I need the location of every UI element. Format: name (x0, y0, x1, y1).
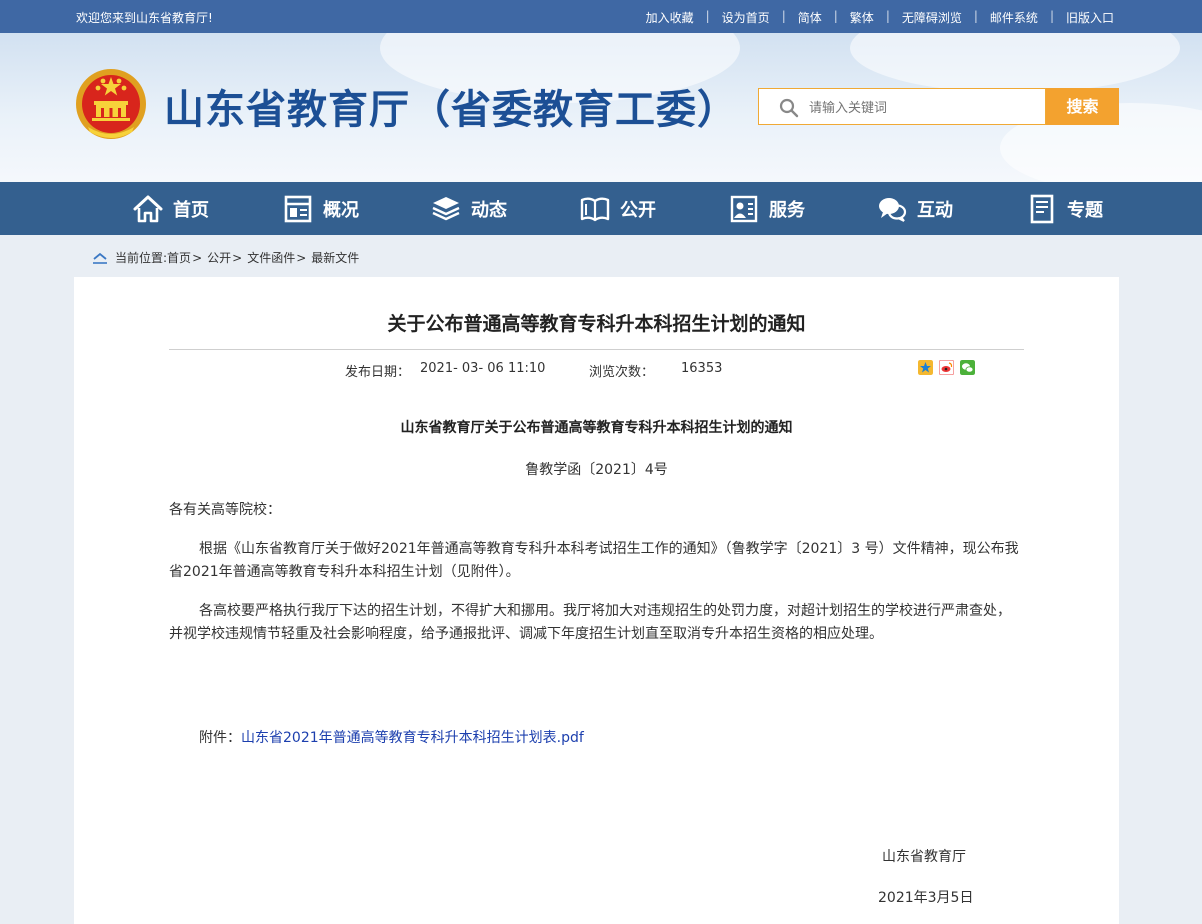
document-number: 鲁教学函〔2021〕4号 (525, 462, 668, 478)
breadcrumb-prefix: 当前位置: (115, 251, 168, 265)
main-nav: 首页 概况 动态 公开 服务 互动 专题 (0, 182, 1202, 235)
nav-label: 专题 (1067, 199, 1103, 221)
nav-label: 动态 (471, 199, 507, 221)
top-bar: 欢迎您来到山东省教育厅! 加入收藏 | 设为首页 | 简体 | 繁体 | 无障碍… (0, 0, 1202, 33)
separator: | (833, 9, 838, 23)
attachment-label: 附件： (199, 730, 241, 746)
nav-item-news[interactable]: 动态 (431, 182, 507, 235)
nav-item-overview[interactable]: 概况 (283, 182, 359, 235)
book-icon (580, 197, 610, 221)
home-icon (133, 195, 163, 222)
attachment: 附件：山东省2021年普通高等教育专科升本科招生计划表.pdf (199, 727, 584, 747)
separator: | (973, 9, 978, 23)
signature-org: 山东省教育厅 (882, 849, 966, 865)
site-title: 山东省教育厅（省委教育工委） (164, 86, 738, 133)
mail-system-link[interactable]: 邮件系统 (990, 9, 1038, 26)
layers-icon (432, 196, 460, 220)
search-input[interactable] (807, 97, 1041, 119)
publish-date-value: 2021- 03- 06 11:10 (420, 361, 546, 376)
breadcrumb-home[interactable]: 首页 (167, 249, 191, 266)
document-icon (1030, 194, 1054, 223)
cloud-decoration (850, 33, 1180, 93)
salutation: 各有关高等院校： (169, 502, 281, 518)
breadcrumb-arrow: > (232, 250, 243, 265)
nav-label: 互动 (917, 199, 953, 221)
nav-item-service[interactable]: 服务 (729, 182, 805, 235)
document-heading: 山东省教育厅关于公布普通高等教育专科升本科招生计划的通知 (400, 420, 793, 436)
article-title: 关于公布普通高等教育专科升本科招生计划的通知 (387, 313, 806, 335)
article-panel: 关于公布普通高等教育专科升本科招生计划的通知 发布日期： 2021- 03- 0… (74, 277, 1119, 924)
body-paragraph: 根据《山东省教育厅关于做好2021年普通高等教育专科升本科考试招生工作的通知》（… (169, 541, 1019, 580)
nav-label: 服务 (769, 199, 805, 221)
separator: | (885, 9, 890, 23)
share-qzone-icon[interactable] (918, 360, 933, 375)
service-icon (730, 195, 758, 222)
attachment-link[interactable]: 山东省2021年普通高等教育专科升本科招生计划表.pdf (241, 730, 584, 746)
nav-item-interaction[interactable]: 互动 (877, 182, 953, 235)
separator: | (1049, 9, 1054, 23)
breadcrumb-arrow: > (192, 250, 203, 265)
site-header: 山东省教育厅（省委教育工委） 搜索 (0, 33, 1202, 182)
chat-icon (879, 197, 907, 222)
share-wechat-icon[interactable] (960, 360, 975, 375)
breadcrumb-arrow: > (296, 250, 307, 265)
separator: | (705, 9, 710, 23)
nav-label: 概况 (323, 199, 359, 221)
welcome-text: 欢迎您来到山东省教育厅! (76, 11, 213, 25)
national-emblem-icon (76, 69, 146, 139)
search-box[interactable] (758, 88, 1046, 125)
nav-item-home[interactable]: 首页 (133, 182, 209, 235)
top-links: 加入收藏 | 设为首页 | 简体 | 繁体 | 无障碍浏览 | 邮件系统 | 旧… (646, 9, 1114, 26)
search-icon (779, 98, 799, 118)
signature-date: 2021年3月5日 (878, 890, 974, 906)
nav-label: 首页 (173, 199, 209, 221)
search-button[interactable]: 搜索 (1046, 88, 1119, 125)
publish-date-label: 发布日期： (345, 365, 411, 380)
nav-item-public[interactable]: 公开 (580, 182, 656, 235)
share-weibo-icon[interactable] (939, 360, 954, 375)
body-paragraph: 各高校要严格执行我厅下达的招生计划，不得扩大和挪用。我厅将加大对违规招生的处罚力… (169, 603, 1011, 642)
add-favorite-link[interactable]: 加入收藏 (646, 9, 694, 26)
set-homepage-link[interactable]: 设为首页 (722, 9, 770, 26)
accessibility-link[interactable]: 无障碍浏览 (902, 9, 962, 26)
nav-label: 公开 (620, 199, 656, 221)
location-home-icon (93, 252, 107, 264)
simplified-chinese-link[interactable]: 简体 (798, 9, 822, 26)
nav-item-topics[interactable]: 专题 (1027, 182, 1103, 235)
traditional-chinese-link[interactable]: 繁体 (850, 9, 874, 26)
breadcrumb-documents[interactable]: 文件函件 (247, 249, 295, 266)
breadcrumb-latest[interactable]: 最新文件 (311, 249, 359, 266)
overview-icon (284, 195, 312, 222)
old-version-link[interactable]: 旧版入口 (1066, 9, 1114, 26)
breadcrumb-public[interactable]: 公开 (207, 249, 231, 266)
separator: | (781, 9, 786, 23)
breadcrumb: 当前位置: 首页 > 公开 > 文件函件 > 最新文件 (93, 249, 359, 266)
view-count-label: 浏览次数： (589, 365, 655, 380)
view-count-value: 16353 (681, 361, 723, 376)
title-divider (169, 349, 1024, 350)
